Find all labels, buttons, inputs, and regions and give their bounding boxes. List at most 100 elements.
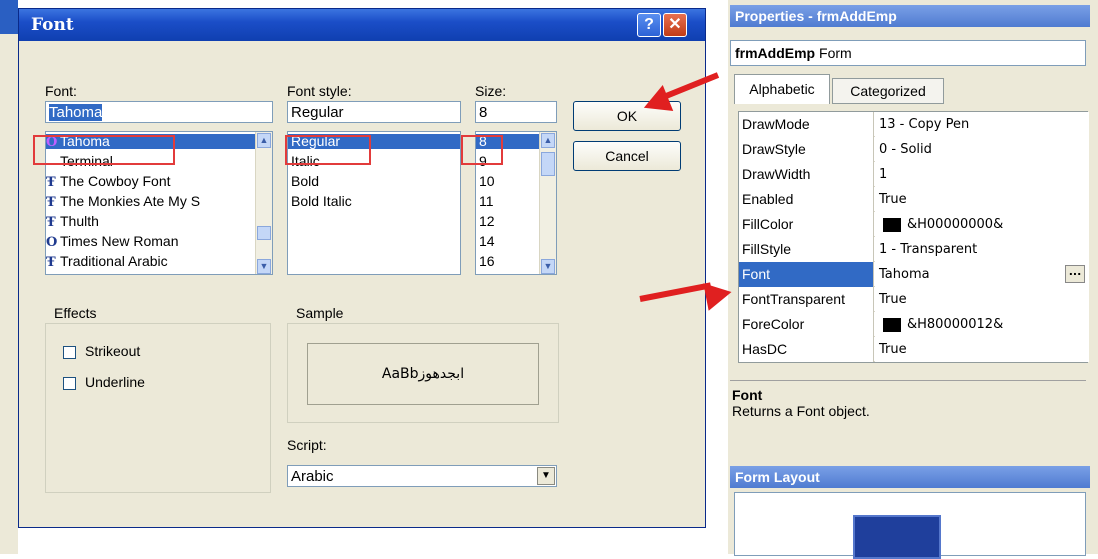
close-button[interactable]: ✕ — [663, 13, 687, 37]
property-value: True — [879, 192, 907, 207]
property-row[interactable]: DrawMode 13 - Copy Pen — [739, 112, 1089, 137]
property-value: 1 — [879, 167, 888, 182]
font-style-item[interactable]: Bold Italic — [288, 194, 460, 209]
property-name: DrawMode — [739, 112, 874, 137]
form-layout-title: Form Layout — [730, 466, 1090, 488]
description-pane: Font Returns a Font object. — [730, 380, 1086, 457]
property-name: FillColor — [739, 212, 874, 237]
property-value-cell[interactable]: 1 - Transparent — [875, 237, 1089, 262]
size-input[interactable]: 8 — [475, 101, 557, 123]
property-value-cell[interactable]: True — [875, 337, 1089, 362]
size-item[interactable]: 12 — [476, 214, 541, 229]
underline-label: Underline — [85, 374, 145, 390]
property-row[interactable]: FillColor &H00000000& — [739, 212, 1089, 237]
property-value-cell[interactable]: 13 - Copy Pen — [875, 112, 1089, 137]
property-value: Tahoma — [879, 267, 930, 282]
monitor-preview — [853, 515, 941, 559]
size-item[interactable]: 16 — [476, 254, 541, 269]
strikeout-checkbox[interactable] — [63, 346, 76, 359]
cancel-button[interactable]: Cancel — [573, 141, 681, 171]
font-style-input[interactable]: Regular — [287, 101, 461, 123]
form-layout-pane — [734, 492, 1086, 559]
dialog-titlebar: Font ? ✕ — [19, 9, 705, 41]
property-value-cell[interactable]: &H00000000& — [875, 212, 1089, 237]
tab-alphabetic[interactable]: Alphabetic — [734, 74, 830, 104]
truetype-icon: Ŧ — [46, 175, 56, 190]
truetype-icon: Ŧ — [46, 195, 56, 210]
sample-preview: AaBbابجدهوز — [307, 343, 539, 405]
property-value: 13 - Copy Pen — [879, 117, 970, 132]
font-list-item[interactable]: Ŧ Thulth — [46, 213, 256, 231]
font-list-item[interactable]: Ŧ Traditional Arabic — [46, 253, 256, 271]
description-title: Font — [732, 387, 763, 403]
object-selector[interactable]: frmAddEmp Form — [730, 40, 1086, 66]
font-name-input[interactable]: Tahoma — [45, 101, 273, 123]
property-name: FontTransparent — [739, 287, 874, 312]
property-row[interactable]: HasDC True — [739, 337, 1089, 362]
property-value-cell[interactable]: 0 - Solid — [875, 137, 1089, 162]
size-item[interactable]: 11 — [476, 194, 541, 209]
effects-group — [45, 323, 271, 493]
property-value-cell[interactable]: Tahoma... — [875, 262, 1089, 287]
property-row[interactable]: DrawStyle 0 - Solid — [739, 137, 1089, 162]
property-name: ForeColor — [739, 312, 874, 337]
font-name-value: Tahoma — [49, 104, 103, 121]
property-row[interactable]: DrawWidth 1 — [739, 162, 1089, 187]
font-list-item[interactable]: Ŧ The Cowboy Font — [46, 173, 256, 191]
property-name: DrawStyle — [739, 137, 874, 162]
property-row[interactable]: ForeColor &H80000012& — [739, 312, 1089, 337]
truetype-icon: Ŧ — [46, 215, 56, 230]
ellipsis-button[interactable]: ... — [1065, 265, 1085, 283]
font-list-item[interactable]: Ŧ The Monkies Ate My S — [46, 194, 256, 211]
property-value-cell[interactable]: True — [875, 187, 1089, 212]
scroll-thumb[interactable] — [541, 152, 555, 176]
font-dialog: Font ? ✕ Font: Tahoma Ŧ Traditional Arabi… — [18, 8, 706, 528]
property-value: 1 - Transparent — [879, 242, 978, 257]
font-list-scrollbar[interactable]: ▲ ▼ — [255, 132, 272, 274]
tab-categorized[interactable]: Categorized — [832, 78, 944, 104]
color-swatch — [883, 217, 901, 232]
font-style-item[interactable]: Bold — [288, 174, 460, 189]
font-list-item-label: Thulth — [60, 213, 99, 229]
background-window-edge — [0, 0, 18, 554]
object-name: frmAddEmp — [735, 45, 816, 61]
size-list-scrollbar[interactable]: ▲ ▼ — [539, 132, 556, 274]
scroll-up-icon[interactable]: ▲ — [257, 133, 271, 148]
font-style-label: Font style: — [287, 83, 352, 99]
underline-checkbox[interactable] — [63, 377, 76, 390]
font-list-item-label: The Cowboy Font — [60, 173, 171, 189]
highlight-box-size — [461, 135, 503, 165]
scroll-up-icon[interactable]: ▲ — [541, 133, 555, 148]
object-type: Form — [819, 45, 852, 61]
property-row[interactable]: Enabled True — [739, 187, 1089, 212]
font-list-item-label: Traditional Arabic — [60, 253, 168, 269]
size-label: Size: — [475, 83, 507, 99]
scroll-down-icon[interactable]: ▼ — [257, 259, 271, 274]
property-row[interactable]: FontTransparent True — [739, 287, 1089, 312]
scroll-thumb[interactable] — [257, 226, 271, 240]
size-item[interactable]: 10 — [476, 174, 541, 189]
help-button[interactable]: ? — [637, 13, 661, 37]
property-row[interactable]: FillStyle 1 - Transparent — [739, 237, 1089, 262]
size-item[interactable]: 14 — [476, 234, 541, 249]
property-name: Font — [739, 262, 874, 287]
property-name: DrawWidth — [739, 162, 874, 187]
property-grid[interactable]: DrawMode 13 - Copy Pen DrawStyle 0 - Solid D… — [738, 111, 1089, 363]
dialog-title: Font — [31, 15, 74, 35]
scroll-down-icon[interactable]: ▼ — [541, 259, 555, 274]
script-label: Script: — [287, 437, 327, 453]
font-list-item[interactable]: O Times New Roman — [46, 234, 256, 251]
property-value: 0 - Solid — [879, 142, 932, 157]
property-value-cell[interactable]: &H80000012& — [875, 312, 1089, 337]
property-row[interactable]: Font Tahoma... — [739, 262, 1089, 287]
script-select[interactable]: Arabic ▼ — [287, 465, 557, 487]
font-label: Font: — [45, 83, 77, 99]
property-value-cell[interactable]: 1 — [875, 162, 1089, 187]
strikeout-label: Strikeout — [85, 343, 141, 359]
effects-legend: Effects — [51, 305, 100, 321]
property-value: True — [879, 342, 907, 357]
chevron-down-icon[interactable]: ▼ — [537, 467, 555, 485]
property-value: &H00000000& — [907, 217, 1004, 232]
property-name: FillStyle — [739, 237, 874, 262]
property-value-cell[interactable]: True — [875, 287, 1089, 312]
